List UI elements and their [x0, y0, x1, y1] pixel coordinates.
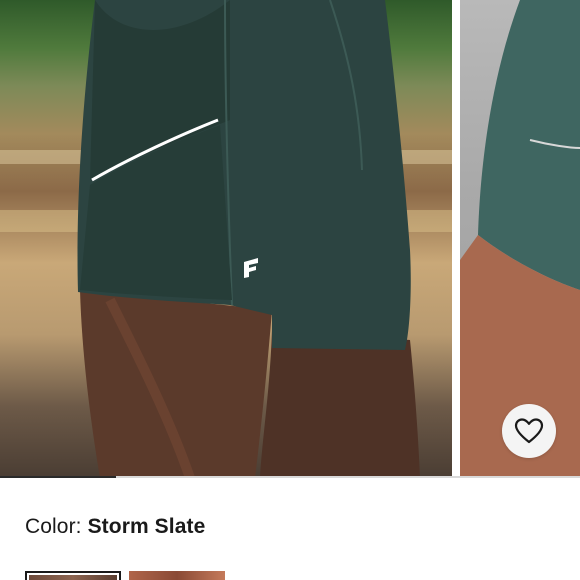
gallery-progress-fill [0, 476, 116, 478]
right-leg [260, 330, 420, 478]
heart-icon [514, 418, 544, 444]
product-image-1[interactable] [0, 0, 452, 478]
color-label: Color: [25, 515, 88, 538]
color-selection: Color: Storm Slate [25, 515, 205, 539]
product-image-gallery[interactable] [0, 0, 580, 478]
color-swatch-list [25, 571, 225, 580]
gallery-progress-bar [0, 476, 580, 478]
favorite-button[interactable] [502, 404, 556, 458]
shorts-photo-back [0, 0, 452, 478]
swatch-image [29, 575, 117, 580]
color-swatch-selected[interactable] [25, 571, 121, 580]
color-swatch[interactable] [129, 571, 225, 580]
color-name: Storm Slate [87, 515, 206, 538]
swatch-image [129, 571, 225, 580]
